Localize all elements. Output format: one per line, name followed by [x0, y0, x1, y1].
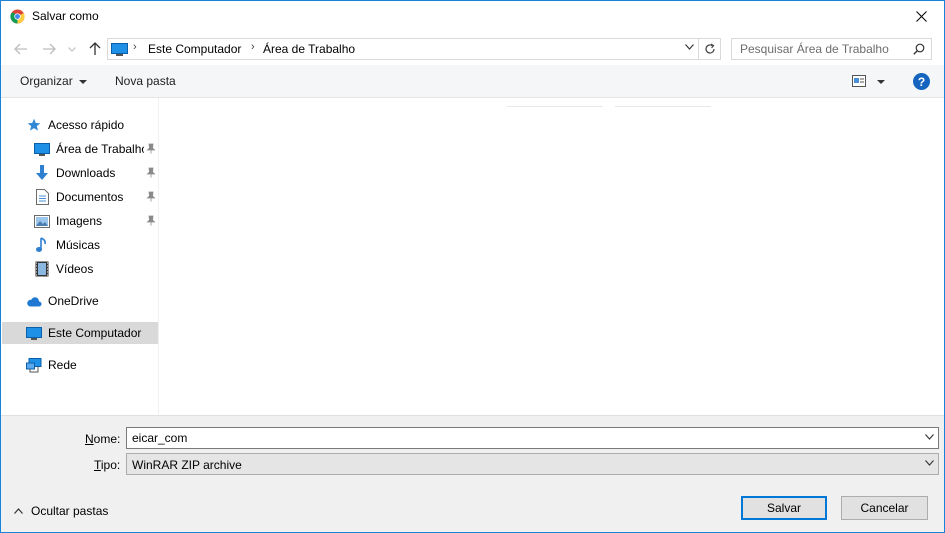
save-form-panel: Nome: Tipo: WinRAR ZIP archive Ocultar p…: [1, 415, 944, 532]
chevron-down-icon[interactable]: [925, 434, 934, 440]
back-button[interactable]: [12, 40, 30, 58]
desktop-icon: [34, 141, 50, 157]
help-button[interactable]: ?: [913, 73, 930, 90]
file-name-combo[interactable]: [126, 427, 939, 449]
nav-label: Rede: [48, 358, 77, 372]
network-icon: [26, 357, 42, 373]
title-bar: Salvar como: [1, 1, 944, 32]
navigation-pane: Acesso rápido Área de Trabalho Downloads…: [1, 98, 159, 415]
pin-icon: [146, 167, 156, 178]
nav-music[interactable]: Músicas: [34, 234, 156, 256]
cancel-button[interactable]: Cancelar: [841, 496, 928, 520]
nav-label: Downloads: [56, 166, 116, 180]
breadcrumb-separator: ›: [133, 41, 137, 53]
organize-label: Organizar: [20, 74, 73, 88]
save-button[interactable]: Salvar: [741, 496, 827, 520]
column-divider: [507, 106, 603, 107]
file-name-input[interactable]: [127, 428, 917, 448]
nav-label: Vídeos: [56, 262, 94, 276]
hide-folders-label: Ocultar pastas: [31, 504, 109, 518]
search-box[interactable]: [731, 38, 932, 60]
music-note-icon: [34, 237, 50, 253]
new-folder-button[interactable]: Nova pasta: [115, 74, 176, 88]
close-icon: [915, 11, 927, 22]
view-menu-caret-icon[interactable]: [877, 80, 885, 84]
window-title: Salvar como: [32, 9, 99, 23]
column-divider: [615, 106, 711, 107]
search-icon: [913, 43, 925, 55]
save-as-dialog: Salvar como › Este Computador › Área de …: [0, 0, 945, 533]
cloud-icon: [26, 293, 42, 309]
arrow-up-icon: [89, 42, 101, 55]
nav-videos[interactable]: Vídeos: [34, 258, 156, 280]
nav-label: Área de Trabalho: [56, 142, 144, 156]
nav-label: Este Computador: [48, 326, 142, 340]
refresh-icon: [704, 43, 715, 54]
nav-label: Músicas: [56, 238, 101, 252]
document-icon: [34, 189, 50, 205]
recent-locations-button[interactable]: [66, 40, 78, 58]
chevron-down-icon: [68, 46, 76, 52]
file-list-area[interactable]: [161, 98, 944, 415]
chevron-down-icon: [925, 460, 934, 466]
chrome-icon: [10, 9, 25, 24]
nav-network[interactable]: Rede: [26, 354, 156, 376]
chevron-down-icon[interactable]: [685, 44, 694, 50]
nav-downloads[interactable]: Downloads: [34, 162, 156, 184]
forward-button[interactable]: [40, 40, 58, 58]
hide-folders-toggle[interactable]: Ocultar pastas: [14, 504, 108, 518]
close-button[interactable]: [898, 1, 944, 32]
address-bar[interactable]: › Este Computador › Área de Trabalho: [107, 38, 721, 60]
star-icon: [26, 117, 42, 133]
refresh-button[interactable]: [698, 39, 720, 59]
nav-desktop[interactable]: Área de Trabalho: [34, 138, 156, 160]
breadcrumb-this-pc[interactable]: Este Computador: [148, 42, 241, 56]
nav-label: Documentos: [56, 190, 124, 204]
pin-icon: [146, 191, 156, 202]
arrow-left-icon: [14, 43, 27, 55]
search-input[interactable]: [732, 39, 902, 59]
film-icon: [34, 261, 50, 277]
command-toolbar: Organizar Nova pasta ?: [1, 65, 944, 98]
nav-label: Imagens: [56, 214, 103, 228]
nav-label: OneDrive: [48, 294, 99, 308]
nav-label: Acesso rápido: [48, 118, 125, 132]
file-type-select[interactable]: WinRAR ZIP archive: [126, 453, 939, 475]
nav-quick-access[interactable]: Acesso rápido: [26, 114, 156, 136]
chevron-up-icon: [14, 508, 23, 514]
view-options-icon[interactable]: [852, 75, 866, 87]
file-name-label: Nome:: [85, 432, 121, 446]
file-type-value: WinRAR ZIP archive: [132, 458, 242, 472]
computer-icon: [26, 325, 42, 341]
arrow-right-icon: [43, 43, 56, 55]
nav-documents[interactable]: Documentos: [34, 186, 156, 208]
file-type-label: Tipo:: [94, 458, 121, 472]
pin-icon: [146, 215, 156, 226]
picture-icon: [34, 213, 50, 229]
nav-this-pc[interactable]: Este Computador: [2, 322, 158, 344]
nav-pictures[interactable]: Imagens: [34, 210, 156, 232]
pin-icon: [146, 143, 156, 154]
caret-down-icon: [78, 79, 87, 84]
address-row: › Este Computador › Área de Trabalho: [1, 32, 944, 65]
download-arrow-icon: [34, 165, 50, 181]
nav-onedrive[interactable]: OneDrive: [26, 290, 156, 312]
computer-icon: [111, 43, 128, 56]
breadcrumb-separator: ›: [251, 41, 255, 53]
up-button[interactable]: [86, 40, 104, 58]
organize-menu[interactable]: Organizar: [20, 74, 87, 88]
breadcrumb-desktop[interactable]: Área de Trabalho: [263, 42, 355, 56]
